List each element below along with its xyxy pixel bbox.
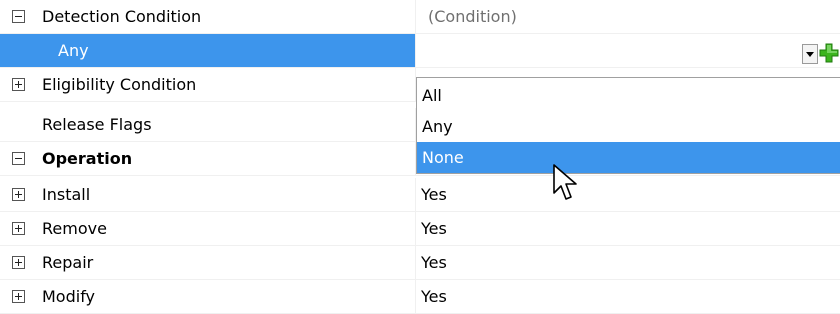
property-value: Yes [421, 185, 447, 204]
property-name-cell[interactable]: Install [0, 178, 416, 211]
property-value: Yes [421, 219, 447, 238]
property-value-cell[interactable]: Yes [417, 246, 840, 279]
property-label: Any [58, 41, 89, 60]
dropdown-option-any[interactable]: Any [417, 111, 840, 142]
property-name-cell[interactable]: Release Flags [0, 108, 416, 141]
property-value-cell[interactable]: (Condition) [417, 0, 840, 33]
row-install[interactable]: Install Yes [0, 178, 840, 212]
property-name-cell[interactable]: Modify [0, 280, 416, 313]
dropdown-option-none[interactable]: None [417, 142, 840, 173]
row-modify[interactable]: Modify Yes [0, 280, 840, 314]
add-icon[interactable] [819, 42, 839, 64]
property-value-editor[interactable] [417, 34, 840, 67]
dropdown-option-all[interactable]: All [417, 80, 840, 111]
collapse-icon[interactable] [12, 152, 25, 165]
property-name-cell[interactable]: Detection Condition [0, 0, 416, 33]
row-repair[interactable]: Repair Yes [0, 246, 840, 280]
property-name-cell[interactable]: Remove [0, 212, 416, 245]
property-name-cell[interactable]: Eligibility Condition [0, 68, 416, 101]
property-value-cell[interactable]: Yes [417, 212, 840, 245]
collapse-icon[interactable] [12, 10, 25, 23]
property-value: Yes [421, 287, 447, 306]
row-any-selected[interactable]: Any [0, 34, 840, 68]
row-detection-condition[interactable]: Detection Condition (Condition) [0, 0, 840, 34]
dropdown-list[interactable]: All Any None [416, 77, 840, 174]
chevron-down-icon [806, 52, 814, 57]
property-name-cell[interactable]: Repair [0, 246, 416, 279]
property-value: Yes [421, 253, 447, 272]
property-label: Detection Condition [42, 7, 202, 26]
property-name-cell[interactable]: Any [0, 34, 416, 67]
expand-icon[interactable] [12, 222, 25, 235]
expand-icon[interactable] [12, 78, 25, 91]
property-label: Modify [42, 287, 96, 306]
property-label: Eligibility Condition [42, 75, 197, 94]
property-value-cell[interactable]: Yes [417, 178, 840, 211]
expand-icon[interactable] [12, 188, 25, 201]
property-value-cell[interactable]: Yes [417, 280, 840, 313]
expand-icon[interactable] [12, 290, 25, 303]
mouse-pointer-icon [553, 164, 577, 200]
row-remove[interactable]: Remove Yes [0, 212, 840, 246]
category-label: Operation [42, 149, 133, 168]
property-name-cell[interactable]: Operation [0, 142, 416, 175]
property-label: Release Flags [42, 115, 152, 134]
property-value: (Condition) [428, 7, 517, 26]
property-label: Install [42, 185, 91, 204]
property-label: Repair [42, 253, 94, 272]
property-label: Remove [42, 219, 107, 238]
expand-icon[interactable] [12, 256, 25, 269]
dropdown-button[interactable] [802, 44, 818, 64]
